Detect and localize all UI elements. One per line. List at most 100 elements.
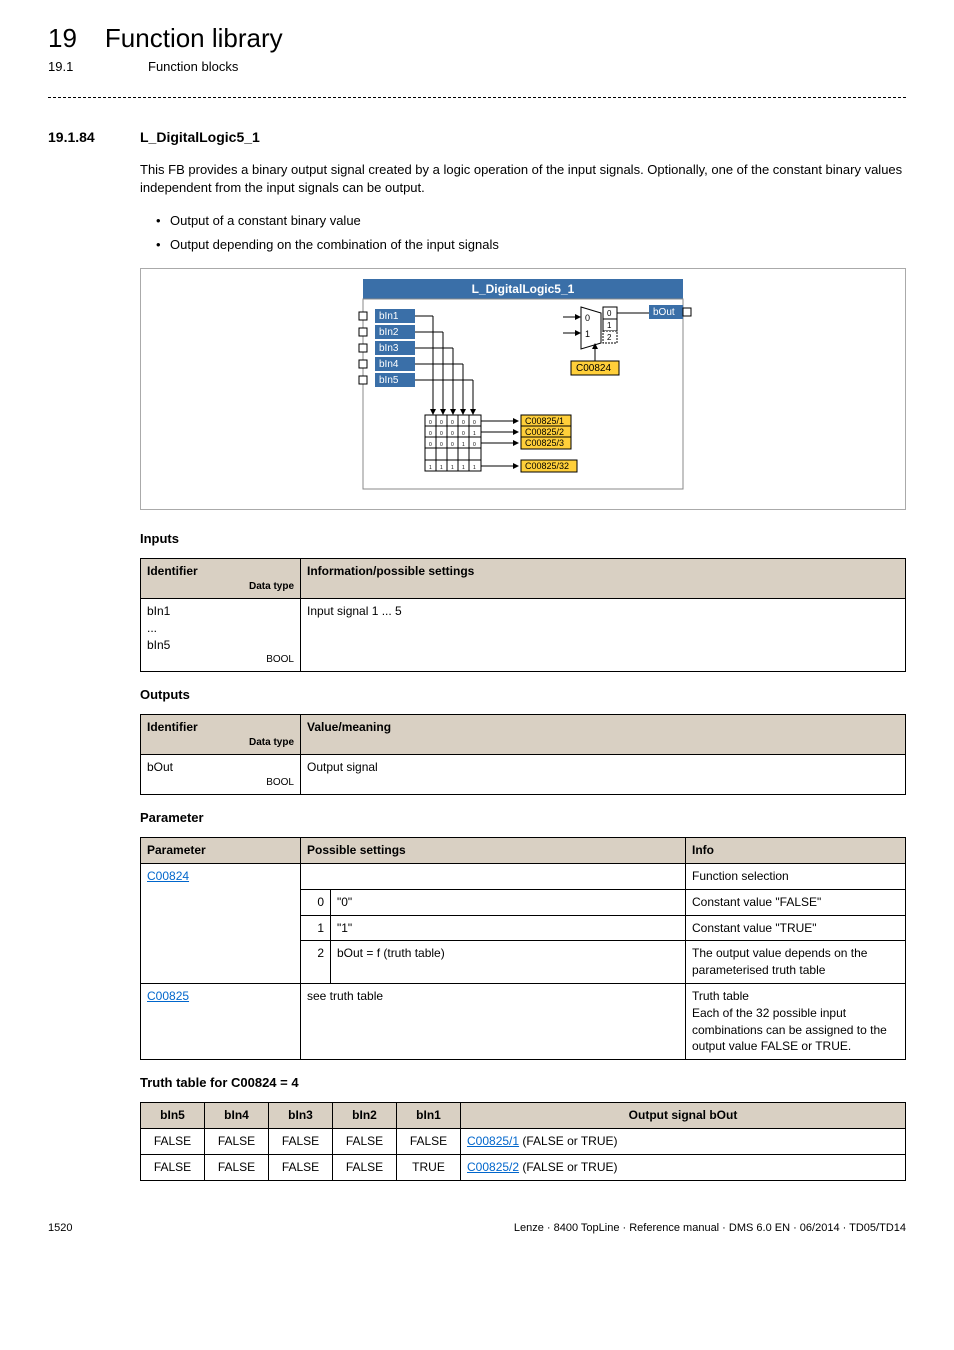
svg-text:0: 0 [473,420,476,426]
setting-num: 1 [301,915,331,941]
parameter-table: Parameter Possible settings Info C00824 … [140,837,906,1060]
svg-text:0: 0 [451,431,454,437]
diagram-output-label: bOut [653,307,675,318]
svg-text:1: 1 [440,465,443,471]
info-cell: Input signal 1 ... 5 [301,598,906,671]
svg-text:0: 0 [451,420,454,426]
section-title: L_DigitalLogic5_1 [140,128,260,148]
truth-cell: FALSE [141,1129,205,1155]
table-header: Output signal bOut [461,1103,906,1129]
truth-cell: FALSE [333,1129,397,1155]
mux-icon [581,307,601,349]
truth-cell: FALSE [205,1129,269,1155]
setting-desc: bOut = f (truth table) [331,941,686,984]
table-header: Possible settings [301,838,686,864]
parameter-heading: Parameter [140,809,906,827]
diagram-title: L_DigitalLogic5_1 [472,282,575,296]
table-header: bIn2 [333,1103,397,1129]
info-cell: Function selection [686,864,906,890]
svg-text:0: 0 [440,431,443,437]
setting-num: 2 [301,941,331,984]
truth-output-suffix: (FALSE or TRUE) [519,1160,617,1174]
truth-cell: TRUE [397,1155,461,1181]
diagram-code-main: C00824 [576,363,611,374]
svg-text:0: 0 [451,442,454,448]
mux-option: 0 [607,309,612,318]
subchapter-title: Function blocks [148,58,238,76]
param-link[interactable]: C00825 [147,989,189,1003]
svg-text:0: 0 [440,420,443,426]
datatype-label: Data type [147,736,294,750]
subchapter-number: 19.1 [48,58,120,76]
bullet-item: Output depending on the combination of t… [156,236,906,254]
setting-desc: "0" [331,889,686,915]
info-cell: Constant value "TRUE" [686,915,906,941]
inputs-heading: Inputs [140,530,906,548]
table-header: Value/meaning [301,715,906,755]
svg-text:1: 1 [462,442,465,448]
mux-option: 1 [607,321,612,330]
possible-settings-cell [301,864,686,890]
truth-output-cell: C00825/1 (FALSE or TRUE) [461,1129,906,1155]
svg-text:0: 0 [462,431,465,437]
info-cell: The output value depends on the paramete… [686,941,906,984]
outputs-table: Identifier Data type Value/meaning bOut … [140,714,906,795]
diagram-code-label: C00825/32 [525,461,569,471]
truth-cell: FALSE [333,1155,397,1181]
outputs-heading: Outputs [140,686,906,704]
mux-input-label: 0 [585,313,590,323]
svg-text:1: 1 [473,431,476,437]
truth-cell: FALSE [269,1155,333,1181]
table-header: bIn1 [397,1103,461,1129]
diagram-code-label: C00825/3 [525,438,564,448]
setting-desc: "1" [331,915,686,941]
mux-option: 2 [607,333,612,342]
identifier-cell: bIn1 ... bIn5 [147,604,170,652]
diagram-input-label: bIn5 [379,375,399,386]
diagram-input-label: bIn3 [379,343,399,354]
table-header: Identifier [147,720,198,734]
mux-input-label: 1 [585,329,590,339]
table-header: Parameter [141,838,301,864]
datatype-label: Data type [147,580,294,594]
truth-table-heading: Truth table for C00824 = 4 [140,1074,906,1092]
truth-cell: FALSE [205,1155,269,1181]
table-header: Info [686,838,906,864]
svg-text:0: 0 [429,442,432,448]
table-header: Identifier [147,564,198,578]
setting-desc: see truth table [301,984,686,1060]
truth-cell: FALSE [397,1129,461,1155]
table-header: bIn4 [205,1103,269,1129]
table-header: Information/possible settings [301,559,906,599]
identifier-cell: bOut [147,760,173,774]
truth-output-suffix: (FALSE or TRUE) [519,1134,617,1148]
diagram-svg: L_DigitalLogic5_1 bIn1 bIn2 bIn3 bIn4 bI… [303,279,743,499]
truth-output-cell: C00825/2 (FALSE or TRUE) [461,1155,906,1181]
table-header: bIn3 [269,1103,333,1129]
inputs-table: Identifier Data type Information/possibl… [140,558,906,672]
bullet-list: Output of a constant binary value Output… [156,212,906,254]
info-cell: Output signal [301,755,906,795]
truth-output-link[interactable]: C00825/1 [467,1134,519,1148]
param-link[interactable]: C00824 [147,869,189,883]
svg-text:0: 0 [462,420,465,426]
truth-cell: FALSE [269,1129,333,1155]
section-number: 19.1.84 [48,128,120,148]
info-cell: Constant value "FALSE" [686,889,906,915]
svg-text:0: 0 [429,431,432,437]
bullet-item: Output of a constant binary value [156,212,906,230]
svg-text:1: 1 [473,465,476,471]
svg-text:1: 1 [451,465,454,471]
chapter-title: Function library [105,20,283,56]
datatype-value: BOOL [147,653,294,667]
diagram-input-label: bIn2 [379,327,399,338]
footer-text: Lenze · 8400 TopLine · Reference manual … [514,1221,906,1236]
diagram-code-label: C00825/2 [525,427,564,437]
diagram-code-label: C00825/1 [525,416,564,426]
intro-paragraph: This FB provides a binary output signal … [140,161,906,197]
truth-output-link[interactable]: C00825/2 [467,1160,519,1174]
datatype-value: BOOL [147,776,294,790]
svg-text:0: 0 [473,442,476,448]
svg-text:0: 0 [440,442,443,448]
chapter-number: 19 [48,20,77,56]
